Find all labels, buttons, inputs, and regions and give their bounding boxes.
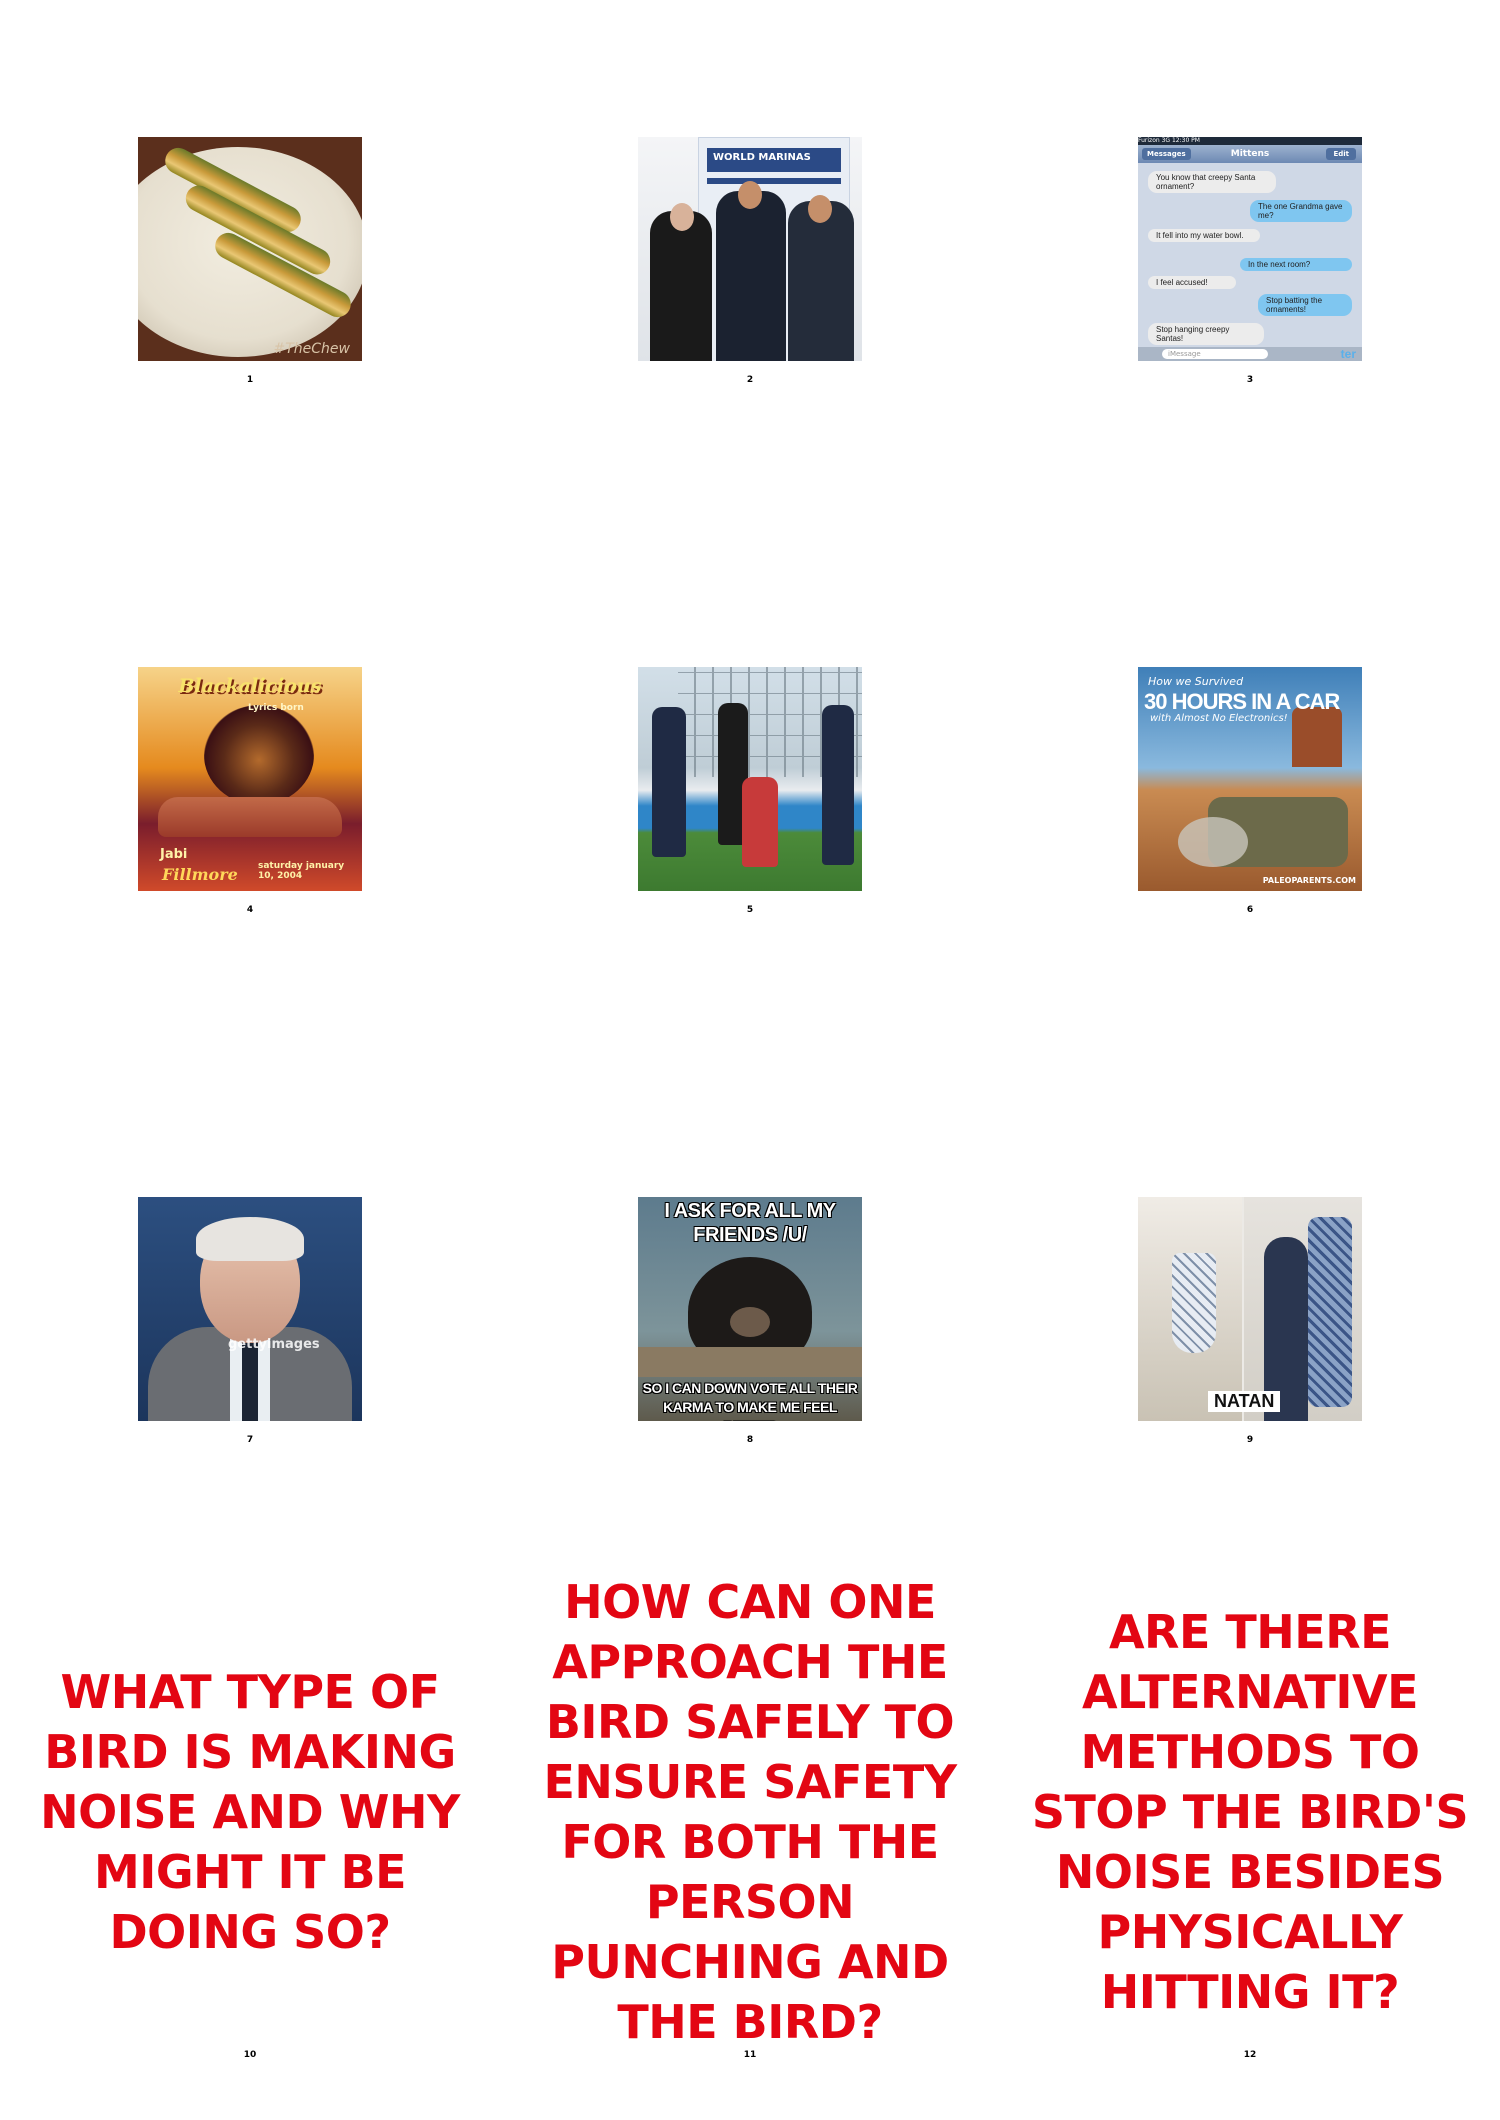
message-bubble: In the next room? bbox=[1240, 258, 1352, 271]
edit-button: Edit bbox=[1326, 148, 1356, 160]
image-number: 6 bbox=[1246, 905, 1254, 915]
message-input: iMessage bbox=[1162, 349, 1268, 359]
grid-cell-8: I ASK FOR ALL MY FRIENDS /U/ SO I CAN DO… bbox=[500, 1060, 1000, 1590]
message-bubble: Stop batting the ornaments! bbox=[1258, 294, 1352, 316]
poster-title: Blackalicious bbox=[178, 675, 322, 697]
watermark: gettyimages bbox=[228, 1337, 320, 1352]
message-bubble: I feel accused! bbox=[1148, 276, 1236, 289]
poster-date: saturday january 10, 2004 bbox=[258, 861, 345, 881]
head bbox=[738, 181, 762, 209]
car-graphic bbox=[158, 797, 342, 837]
message-input-bar: iMessage ter bbox=[1138, 347, 1362, 361]
grid-cell-6: How we Survived 30 HOURS IN A CAR with A… bbox=[1000, 530, 1500, 1060]
watermark: #TheChew bbox=[273, 341, 350, 357]
question-text: ARE THERE ALTERNATIVE METHODS TO STOP TH… bbox=[1031, 1605, 1469, 2019]
chat-title: Mittens bbox=[1230, 149, 1270, 159]
portrait-graphic bbox=[204, 705, 314, 805]
message-bubble: You know that creepy Santa ornament? bbox=[1148, 171, 1276, 193]
head bbox=[808, 195, 832, 223]
head bbox=[670, 203, 694, 231]
meme-top-text: I ASK FOR ALL MY FRIENDS /U/ bbox=[664, 1200, 836, 1246]
image-number: 7 bbox=[246, 1435, 254, 1445]
portrait-image[interactable]: gettyimages bbox=[138, 1197, 362, 1421]
image-number: 11 bbox=[743, 2050, 757, 2060]
football-image[interactable] bbox=[638, 667, 862, 891]
message-bubble: Stop hanging creepy Santas! bbox=[1148, 323, 1264, 345]
image-number: 12 bbox=[1243, 2050, 1257, 2060]
grid-cell-5: 5 bbox=[500, 530, 1000, 1060]
question-text: HOW CAN ONE APPROACH THE BIRD SAFELY TO … bbox=[543, 1575, 957, 2049]
banner-title: WORLD MARINAS bbox=[713, 152, 811, 163]
smoke bbox=[1178, 817, 1248, 867]
meme-image[interactable]: I ASK FOR ALL MY FRIENDS /U/ SO I CAN DO… bbox=[638, 1197, 862, 1421]
grid-cell-2: WORLD MARINAS 2 bbox=[500, 0, 1000, 530]
grid-cell-10: WHAT TYPE OF BIRD IS MAKING NOISE AND WH… bbox=[0, 1590, 500, 2120]
bear-snout bbox=[730, 1307, 770, 1337]
grid-cell-9: NATAN 9 bbox=[1000, 1060, 1500, 1590]
rock-formation bbox=[1292, 707, 1342, 767]
road-trip-image[interactable]: How we Survived 30 HOURS IN A CAR with A… bbox=[1138, 667, 1362, 891]
image-number: 10 bbox=[243, 2050, 257, 2060]
image-number: 9 bbox=[1246, 1435, 1254, 1445]
message-bubble: It fell into my water bowl. bbox=[1148, 229, 1260, 242]
grid-cell-11: HOW CAN ONE APPROACH THE BIRD SAFELY TO … bbox=[500, 1575, 1000, 2120]
kneeling-player bbox=[742, 777, 778, 867]
grid-cell-1: #TheChew 1 bbox=[0, 0, 500, 530]
grid-cell-7: gettyimages 7 bbox=[0, 1060, 500, 1590]
caption-line: with Almost No Electronics! bbox=[1150, 713, 1288, 724]
caption-line: How we Survived bbox=[1148, 675, 1244, 688]
player bbox=[822, 705, 854, 865]
fashion-image[interactable]: NATAN bbox=[1138, 1197, 1362, 1421]
dress bbox=[1308, 1217, 1352, 1407]
watermark: ter bbox=[1340, 347, 1356, 361]
ceremony-image[interactable]: WORLD MARINAS bbox=[638, 137, 862, 361]
image-number: 1 bbox=[246, 375, 254, 385]
poster-line: Jabi bbox=[160, 847, 188, 862]
meme-bottom-text: SO I CAN DOWN VOTE ALL THEIR KARMA TO MA… bbox=[642, 1380, 858, 1421]
person-right bbox=[788, 201, 854, 361]
banner-stripe bbox=[707, 178, 841, 184]
dress bbox=[1172, 1253, 1216, 1353]
image-number: 2 bbox=[746, 375, 754, 385]
grid-cell-12: ARE THERE ALTERNATIVE METHODS TO STOP TH… bbox=[1000, 1590, 1500, 2120]
image-number: 8 bbox=[746, 1435, 754, 1445]
person-center bbox=[716, 191, 786, 361]
question-text: WHAT TYPE OF BIRD IS MAKING NOISE AND WH… bbox=[40, 1665, 460, 1959]
player bbox=[652, 707, 686, 857]
concert-poster-image[interactable]: Blackalicious Lyrics born Jabi Fillmore … bbox=[138, 667, 362, 891]
brand-label: NATAN bbox=[1208, 1391, 1281, 1412]
grid-cell-4: Blackalicious Lyrics born Jabi Fillmore … bbox=[0, 530, 500, 1060]
food-image[interactable]: #TheChew bbox=[138, 137, 362, 361]
status-bar: Furizon 3G 12:30 PM bbox=[1138, 137, 1362, 145]
log bbox=[638, 1347, 862, 1377]
poster-venue: Fillmore bbox=[162, 865, 238, 884]
grid-cell-3: Furizon 3G 12:30 PM Messages Mittens Edi… bbox=[1000, 0, 1500, 530]
image-number: 4 bbox=[246, 905, 254, 915]
chat-nav-bar: Messages Mittens Edit bbox=[1138, 145, 1362, 163]
person-left bbox=[650, 211, 712, 361]
poster-subtitle: Lyrics born bbox=[248, 703, 304, 713]
caption-title: 30 HOURS IN A CAR bbox=[1144, 689, 1340, 714]
message-bubble: The one Grandma gave me? bbox=[1250, 200, 1352, 222]
image-number: 5 bbox=[746, 905, 754, 915]
image-number: 3 bbox=[1246, 375, 1254, 385]
chat-screenshot-image[interactable]: Furizon 3G 12:30 PM Messages Mittens Edi… bbox=[1138, 137, 1362, 361]
hair bbox=[196, 1217, 304, 1261]
messages-back-button: Messages bbox=[1142, 148, 1191, 160]
watermark: PALEOPARENTS.COM bbox=[1262, 876, 1356, 885]
